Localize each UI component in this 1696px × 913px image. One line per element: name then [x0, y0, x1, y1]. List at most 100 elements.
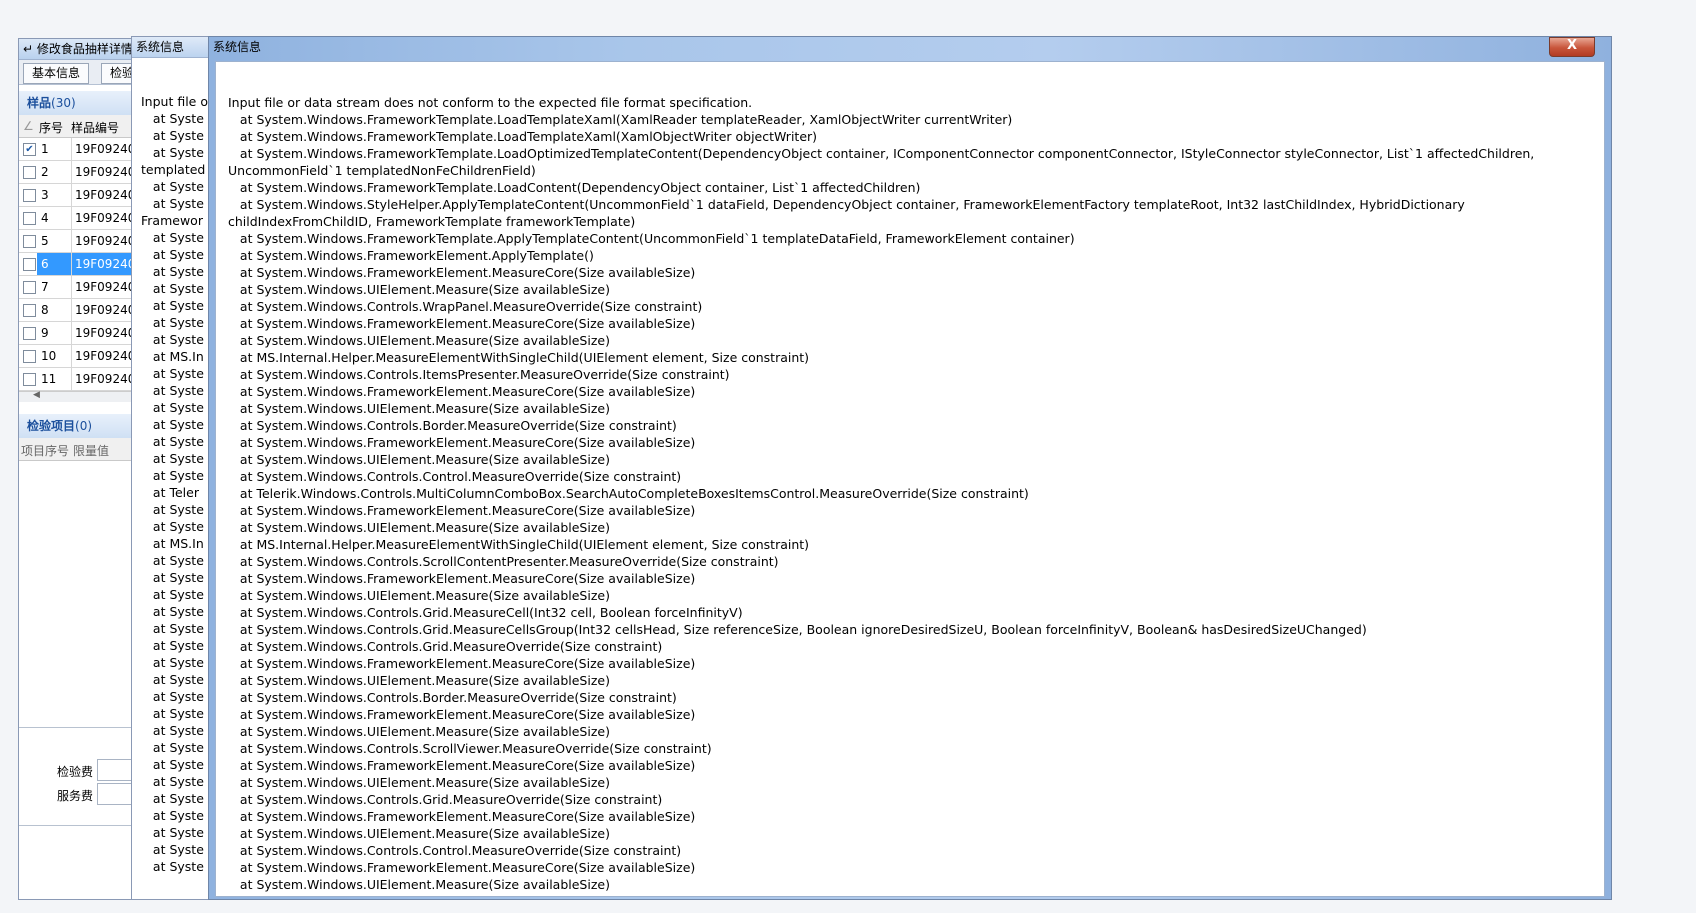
row-code: 19F09240 [71, 253, 131, 275]
mid-message-line: at Syste [141, 570, 204, 585]
mid-message-line: at Syste [141, 706, 204, 721]
table-row[interactable]: 10 19F09240 [19, 345, 131, 368]
row-checkbox[interactable] [23, 258, 36, 271]
mid-message-line: at Syste [141, 672, 204, 687]
sampling-details-window: ↵ 修改食品抽样详情 基本信息 检验项目 样品(30) ∠ 序号 样品编号 ✔ 1… [18, 38, 132, 900]
mid-message-line: at Teler [141, 485, 199, 500]
col-header-no[interactable]: 序号 [39, 119, 63, 136]
mid-message-line: at Syste [141, 638, 204, 653]
service-fee-input[interactable] [97, 783, 131, 805]
mid-message-line: at Syste [141, 791, 204, 806]
close-icon: X [1566, 38, 1578, 53]
row-code: 19F09240 [71, 161, 131, 183]
row-code: 19F09240 [71, 345, 131, 367]
mid-message-line: at Syste [141, 179, 204, 194]
mid-message-line: at Syste [141, 604, 204, 619]
samples-grid-header: ∠ 序号 样品编号 [19, 115, 131, 138]
mid-message-line: at Syste [141, 434, 204, 449]
error-message-area[interactable]: Input file or data stream does not confo… [215, 61, 1605, 897]
row-checkbox[interactable] [23, 212, 36, 225]
row-checkbox[interactable] [23, 189, 36, 202]
app-icon: ↵ [23, 42, 34, 56]
service-fee-label: 服务费 [57, 789, 94, 803]
mid-message-line: at Syste [141, 366, 204, 381]
row-no: 9 [41, 326, 49, 340]
system-info-window-behind: 系统信息 Input file o at Syste at Syste at S… [131, 36, 209, 900]
error-message-text: Input file or data stream does not confo… [228, 95, 1535, 892]
table-row[interactable]: 8 19F09240 [19, 299, 131, 322]
row-checkbox[interactable]: ✔ [23, 143, 36, 156]
row-checkbox[interactable] [23, 235, 36, 248]
table-row[interactable]: ✔ 1 19F09240 [19, 138, 131, 161]
mid-message-line: at Syste [141, 400, 204, 415]
tab-inspection-items[interactable]: 检验项目 [101, 63, 131, 84]
mid-message-line: at Syste [141, 451, 204, 466]
mid-message-line: at Syste [141, 621, 204, 636]
mid-message-line: at Syste [141, 842, 204, 857]
table-row[interactable]: 9 19F09240 [19, 322, 131, 345]
row-no: 1 [41, 142, 49, 156]
row-checkbox[interactable] [23, 166, 36, 179]
mid-message-line: at Syste [141, 655, 204, 670]
row-code: 19F09240 [71, 322, 131, 344]
mid-message-line: at Syste [141, 774, 204, 789]
mid-message-line: Input file o [141, 94, 208, 109]
row-checkbox[interactable] [23, 373, 36, 386]
table-row[interactable]: 4 19F09240 [19, 207, 131, 230]
service-fee-row: 服务费 [19, 783, 131, 805]
sampling-window-titlebar[interactable]: ↵ 修改食品抽样详情 [19, 39, 131, 60]
mid-message-line: at Syste [141, 264, 204, 279]
mid-message-line: at Syste [141, 740, 204, 755]
mid-message-line: at Syste [141, 808, 204, 823]
row-no: 8 [41, 303, 49, 317]
samples-grid-body: ✔ 1 19F09240 2 19F09240 3 19F09240 4 19F09240 5 19… [19, 138, 131, 391]
row-code: 19F09240 [71, 299, 131, 321]
row-checkbox[interactable] [23, 281, 36, 294]
row-code: 19F09240 [71, 138, 131, 160]
close-button[interactable]: X [1549, 37, 1595, 57]
divider [19, 825, 131, 826]
mid-message-line: at Syste [141, 502, 204, 517]
items-title: 检验项目 [27, 419, 76, 433]
table-row[interactable]: 2 19F09240 [19, 161, 131, 184]
samples-count: (30) [51, 96, 76, 110]
mid-message-line: at Syste [141, 468, 204, 483]
table-row[interactable]: 11 19F09240 [19, 368, 131, 391]
row-no: 11 [41, 372, 57, 386]
row-no: 2 [41, 165, 49, 179]
tab-basic-info[interactable]: 基本信息 [23, 63, 90, 84]
row-checkbox[interactable] [23, 350, 36, 363]
row-no: 4 [41, 211, 49, 225]
mid-message-line: at Syste [141, 417, 204, 432]
mid-message-line: at Syste [141, 196, 204, 211]
sort-corner-icon: ∠ [23, 119, 34, 133]
table-row[interactable]: 7 19F09240 [19, 276, 131, 299]
mid-window-titlebar[interactable]: 系统信息 [132, 37, 208, 58]
inspection-fee-input[interactable] [97, 759, 131, 781]
table-row[interactable]: 5 19F09240 [19, 230, 131, 253]
samples-hscrollbar[interactable]: ◀ [19, 390, 131, 402]
mid-message-line: at Syste [141, 315, 204, 330]
dialog-titlebar[interactable]: 系统信息 [209, 37, 1611, 61]
mid-message-line: at Syste [141, 128, 204, 143]
row-checkbox[interactable] [23, 327, 36, 340]
mid-message-line: at MS.In [141, 536, 204, 551]
col-header-limit[interactable]: 限量值 [73, 442, 109, 459]
mid-message-line: Framewor [141, 213, 203, 228]
row-no: 3 [41, 188, 49, 202]
row-checkbox[interactable] [23, 304, 36, 317]
row-code: 19F09240 [71, 207, 131, 229]
mid-message-line: at Syste [141, 757, 204, 772]
mid-message-line: at Syste [141, 247, 204, 262]
col-header-item-no[interactable]: 项目序号 [21, 442, 69, 459]
items-section-header: 检验项目(0) [19, 414, 131, 438]
table-row[interactable]: 3 19F09240 [19, 184, 131, 207]
sampling-window-title: 修改食品抽样详情 [36, 42, 131, 56]
row-code: 19F09240 [71, 230, 131, 252]
col-header-code[interactable]: 样品编号 [71, 119, 119, 136]
tab-strip: 基本信息 检验项目 [19, 60, 131, 85]
scroll-left-icon[interactable]: ◀ [33, 390, 40, 400]
table-row[interactable]: 6 19F09240 [19, 253, 131, 276]
mid-message-line: at Syste [141, 689, 204, 704]
mid-message-line: at Syste [141, 298, 204, 313]
